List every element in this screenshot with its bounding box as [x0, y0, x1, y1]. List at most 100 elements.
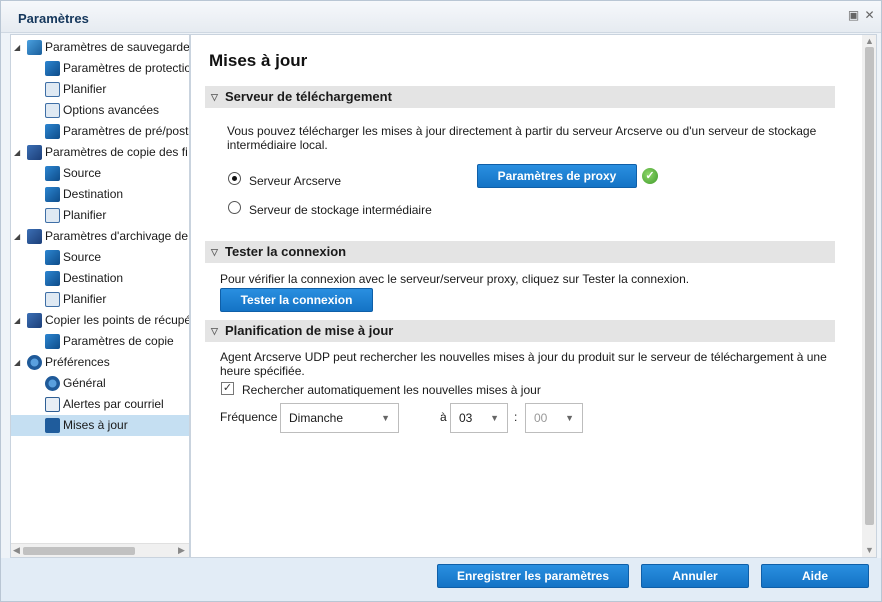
radio-arcserve-server[interactable]	[228, 172, 241, 185]
gear-icon	[45, 376, 60, 391]
tree-item-label: Copier les points de récupé	[45, 313, 190, 327]
tree-item-label: Paramètres de sauvegarde	[45, 40, 190, 54]
tree-item[interactable]: ◢ Paramètres d'archivage de	[11, 226, 189, 247]
tree-item[interactable]: Paramètres de copie	[11, 331, 189, 352]
expand-toggle-icon[interactable]: ◢	[14, 148, 23, 157]
help-button[interactable]: Aide	[761, 564, 869, 588]
frequency-value: Dimanche	[289, 411, 344, 425]
tree-item[interactable]: Général	[11, 373, 189, 394]
scroll-right-icon[interactable]: ▶	[178, 545, 185, 556]
scroll-thumb[interactable]	[865, 47, 874, 525]
tree-item-label: Planifier	[63, 208, 107, 222]
schedule-description: Agent Arcserve UDP peut rechercher les n…	[220, 350, 827, 378]
title-bar: Paramètres ▣ ✕	[1, 1, 881, 33]
radio-staging-label: Serveur de stockage intermédiaire	[249, 203, 432, 217]
dialog-title: Paramètres	[18, 11, 89, 26]
tree-item[interactable]: Alertes par courriel	[11, 394, 189, 415]
auto-check-label: Rechercher automatiquement les nouvelles…	[242, 383, 541, 397]
close-icon[interactable]: ✕	[863, 9, 876, 22]
section-download-server[interactable]: ▽ Serveur de téléchargement	[205, 86, 835, 108]
tree-item[interactable]: Mises à jour	[11, 415, 189, 436]
tree-item-label: Options avancées	[63, 103, 160, 117]
tree-item-label: Paramètres d'archivage de	[45, 229, 189, 243]
tree-item[interactable]: ◢ Paramètres de copie des fi	[11, 142, 189, 163]
radio-arcserve-label: Serveur Arcserve	[249, 174, 342, 188]
leaf-a-icon	[45, 334, 60, 349]
save-settings-button[interactable]: Enregistrer les paramètres	[437, 564, 629, 588]
hour-select[interactable]: 03 ▼	[450, 403, 508, 433]
test-connection-description: Pour vérifier la connexion avec le serve…	[220, 272, 690, 286]
tree-item[interactable]: Paramètres de pré/post	[11, 121, 189, 142]
tree-item[interactable]: Options avancées	[11, 100, 189, 121]
gear-icon	[27, 355, 42, 370]
tree-item[interactable]: Planifier	[11, 205, 189, 226]
tree-item[interactable]: Source	[11, 247, 189, 268]
tree-item[interactable]: Paramètres de protection	[11, 58, 189, 79]
tree-item-label: Général	[63, 376, 106, 390]
tree-item[interactable]: ◢ Copier les points de récupé	[11, 310, 189, 331]
minute-select[interactable]: 00 ▼	[525, 403, 583, 433]
scroll-up-icon[interactable]: ▲	[865, 36, 874, 46]
tree-item-label: Mises à jour	[63, 418, 128, 432]
section-test-connection[interactable]: ▽ Tester la connexion	[205, 241, 835, 263]
leaf-b-icon	[45, 292, 60, 307]
settings-dialog: Paramètres ▣ ✕ ◢ Paramètres de sauvegarde…	[0, 0, 882, 602]
tree-item-label: Alertes par courriel	[63, 397, 164, 411]
chevron-down-icon[interactable]: ▼	[490, 404, 499, 432]
proxy-settings-button[interactable]: Paramètres de proxy	[477, 164, 637, 188]
tree-item-label: Source	[63, 250, 102, 264]
frequency-select[interactable]: Dimanche ▼	[280, 403, 399, 433]
content-vertical-scrollbar[interactable]: ▲ ▼	[862, 35, 876, 557]
scroll-left-icon[interactable]: ◀	[13, 545, 20, 556]
updates-panel: Mises à jour ▽ Serveur de téléchargement…	[190, 34, 877, 558]
leaf-a-icon	[45, 61, 60, 76]
tree-item-label: Paramètres de protection	[63, 61, 190, 75]
scroll-down-icon[interactable]: ▼	[865, 545, 874, 555]
cancel-button[interactable]: Annuler	[641, 564, 749, 588]
settings-tree: ◢ Paramètres de sauvegarde Paramètres de p…	[10, 34, 190, 558]
auto-check-checkbox[interactable]: ✓	[221, 382, 234, 395]
collapse-icon[interactable]: ▽	[211, 241, 218, 263]
tree-item-label: Planifier	[63, 82, 107, 96]
copy-icon	[27, 145, 42, 160]
leaf-b-icon	[45, 103, 60, 118]
tree-item[interactable]: Destination	[11, 184, 189, 205]
tree-horizontal-scrollbar[interactable]: ◀ ▶	[11, 543, 189, 557]
copy-icon	[27, 313, 42, 328]
radio-staging-server[interactable]	[228, 201, 241, 214]
section-title: Planification de mise à jour	[225, 323, 394, 338]
restore-icon[interactable]: ▣	[847, 9, 860, 22]
section-title: Serveur de téléchargement	[225, 89, 392, 104]
chevron-down-icon[interactable]: ▼	[565, 404, 574, 432]
scroll-thumb[interactable]	[23, 547, 135, 555]
leaf-a-icon	[45, 271, 60, 286]
collapse-icon[interactable]: ▽	[211, 320, 218, 342]
chevron-down-icon[interactable]: ▼	[381, 404, 390, 432]
expand-toggle-icon[interactable]: ◢	[14, 358, 23, 367]
tree-item-label: Destination	[63, 187, 124, 201]
expand-toggle-icon[interactable]: ◢	[14, 316, 23, 325]
collapse-icon[interactable]: ▽	[211, 86, 218, 108]
tree-item-label: Paramètres de copie des fi	[45, 145, 188, 159]
expand-toggle-icon[interactable]: ◢	[14, 43, 23, 52]
tree-item-label: Source	[63, 166, 102, 180]
section-title: Tester la connexion	[225, 244, 347, 259]
save-icon	[27, 40, 42, 55]
tree-item-label: Préférences	[45, 355, 110, 369]
tree-item[interactable]: Source	[11, 163, 189, 184]
section-update-schedule[interactable]: ▽ Planification de mise à jour	[205, 320, 835, 342]
leaf-b-icon	[45, 82, 60, 97]
check-ok-icon: ✓	[642, 168, 658, 184]
tree-item[interactable]: ◢ Paramètres de sauvegarde	[11, 37, 189, 58]
expand-toggle-icon[interactable]: ◢	[14, 232, 23, 241]
tree-item[interactable]: Planifier	[11, 79, 189, 100]
tree-item[interactable]: Planifier	[11, 289, 189, 310]
tree-item-label: Destination	[63, 271, 124, 285]
copy-icon	[27, 229, 42, 244]
tree-item-label: Paramètres de pré/post	[63, 124, 189, 138]
tree-item[interactable]: ◢ Préférences	[11, 352, 189, 373]
download-server-description: Vous pouvez télécharger les mises à jour…	[227, 124, 817, 152]
tree-item[interactable]: Destination	[11, 268, 189, 289]
at-label: à	[440, 410, 447, 424]
test-connection-button[interactable]: Tester la connexion	[220, 288, 373, 312]
